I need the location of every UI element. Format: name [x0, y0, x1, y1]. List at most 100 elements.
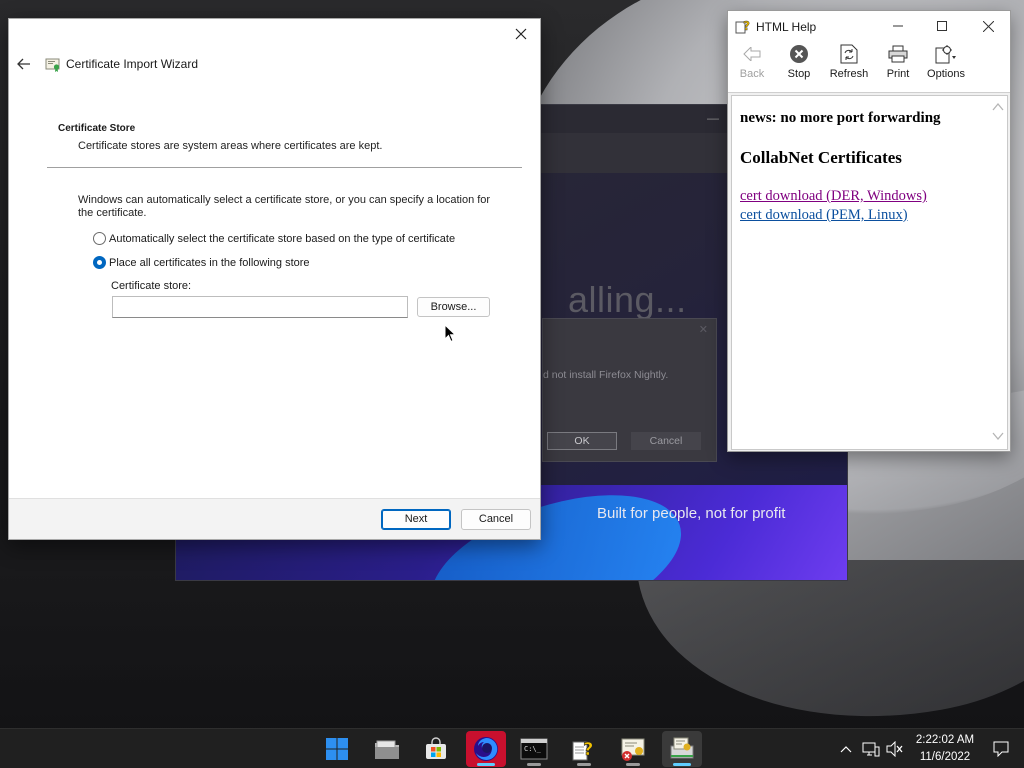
- clock-date: 11/6/2022: [919, 751, 971, 763]
- taskbar-microsoft-store[interactable]: [416, 731, 456, 767]
- taskbar-file-explorer[interactable]: [367, 731, 407, 767]
- radio-button-checked[interactable]: [93, 256, 106, 269]
- help-content-pane: news: no more port forwarding CollabNet …: [731, 95, 1008, 450]
- radio-button[interactable]: [93, 232, 106, 245]
- svg-text:?: ?: [583, 739, 593, 760]
- wallpaper-shadow: [0, 560, 1024, 730]
- clock-time: 2:22:02 AM: [915, 734, 975, 746]
- help-print-label: Print: [886, 68, 910, 80]
- chevron-up-icon: [840, 746, 852, 753]
- network-icon: [862, 742, 880, 757]
- minimize-icon: [893, 25, 903, 27]
- help-question-icon: ?: [735, 19, 750, 34]
- taskbar-active-indicator: [477, 763, 495, 766]
- taskbar-start-button[interactable]: [317, 731, 357, 767]
- taskbar-running-indicator: [577, 763, 591, 766]
- taskbar-certificate-error[interactable]: [613, 731, 653, 767]
- installer-tagline: Built for people, not for profit: [597, 505, 786, 522]
- store-intro-text: Windows can automatically select a certi…: [78, 194, 491, 219]
- terminal-icon: C:\_: [520, 738, 548, 760]
- help-stop-label: Stop: [787, 68, 811, 80]
- store-bag-icon: [426, 737, 446, 759]
- certificate-error-icon: [621, 738, 645, 761]
- firefox-icon: [474, 737, 498, 761]
- network-status-button[interactable]: [860, 729, 882, 768]
- taskbar-command-prompt[interactable]: C:\_: [514, 731, 554, 767]
- taskbar-running-indicator: [626, 763, 640, 766]
- installer-error-dialog[interactable]: ✕ d not install Firefox Nightly. OK Canc…: [542, 318, 717, 462]
- taskbar-running-indicator: [527, 763, 541, 766]
- help-back-label: Back: [739, 68, 765, 80]
- notification-icon: [993, 741, 1009, 757]
- taskbar-certificate-import[interactable]: [662, 731, 702, 767]
- help-refresh-label: Refresh: [829, 68, 869, 80]
- help-print-button[interactable]: Print: [874, 43, 922, 89]
- cert-download-pem-link[interactable]: cert download (PEM, Linux): [740, 207, 908, 224]
- taskbar-active-indicator: [673, 763, 691, 766]
- folder-icon: [375, 740, 399, 759]
- help-news-heading: news: no more port forwarding: [740, 110, 941, 126]
- svg-text:C:\_: C:\_: [524, 745, 542, 753]
- help-options-label: Options: [927, 68, 965, 80]
- mouse-pointer-icon: [444, 324, 456, 343]
- error-dialog-close-icon[interactable]: ✕: [699, 323, 708, 336]
- help-refresh-button[interactable]: Refresh: [825, 43, 873, 89]
- scroll-up-icon[interactable]: [991, 100, 1005, 114]
- certificate-store-label: Certificate store:: [111, 280, 192, 292]
- header-divider: [47, 167, 522, 168]
- wizard-title: Certificate Import Wizard: [66, 57, 199, 71]
- certificate-import-wizard-window[interactable]: Certificate Import Wizard Certificate St…: [8, 18, 541, 540]
- help-options-button[interactable]: Options: [922, 43, 970, 89]
- error-dialog-message: d not install Firefox Nightly.: [543, 369, 669, 381]
- html-help-window[interactable]: ? HTML Help Back Stop Refresh Print Opti…: [727, 10, 1011, 452]
- notification-center-button[interactable]: [990, 729, 1012, 768]
- maximize-icon: [937, 21, 947, 31]
- taskbar-html-help[interactable]: ?: [564, 731, 604, 767]
- section-heading: Certificate Store: [58, 123, 136, 134]
- help-toolbar: Back Stop Refresh Print Options: [728, 41, 1010, 93]
- close-icon: [515, 28, 527, 40]
- installer-minimize-button[interactable]: —: [707, 111, 719, 125]
- taskbar-firefox-nightly[interactable]: [466, 731, 506, 767]
- radio-auto-label: Automatically select the certificate sto…: [109, 232, 456, 245]
- next-button[interactable]: Next: [381, 509, 451, 530]
- taskbar-clock[interactable]: 2:22:02 AM 11/6/2022: [908, 732, 982, 766]
- arrow-left-icon: [17, 58, 30, 70]
- svg-text:?: ?: [743, 19, 750, 33]
- volume-button[interactable]: [884, 729, 906, 768]
- browse-button[interactable]: Browse...: [417, 297, 490, 317]
- error-dialog-ok-button[interactable]: OK: [547, 432, 617, 450]
- help-titlebar: ? HTML Help: [728, 11, 1010, 41]
- section-description: Certificate stores are system areas wher…: [78, 140, 383, 152]
- error-dialog-cancel-button[interactable]: Cancel: [631, 432, 701, 450]
- certificate-import-icon: [670, 737, 694, 759]
- scroll-down-icon[interactable]: [991, 429, 1005, 443]
- help-stop-button[interactable]: Stop: [775, 43, 823, 89]
- installer-heading: alling...: [568, 279, 687, 320]
- help-back-button[interactable]: Back: [728, 43, 776, 89]
- cancel-button[interactable]: Cancel: [461, 509, 531, 530]
- help-question-icon: ?: [572, 739, 594, 761]
- help-window-title: HTML Help: [756, 20, 817, 34]
- help-section-heading: CollabNet Certificates: [740, 148, 902, 167]
- help-close-button[interactable]: [978, 17, 998, 35]
- close-icon: [982, 20, 994, 32]
- windows-logo-icon: [326, 738, 348, 760]
- taskbar: C:\_ ? 2:22:02 AM 11/6/2022: [0, 728, 1024, 768]
- help-minimize-button[interactable]: [888, 17, 908, 35]
- printer-icon: [888, 45, 908, 63]
- options-gear-icon: [935, 45, 956, 64]
- wizard-back-button[interactable]: [14, 55, 34, 73]
- certificate-icon: [45, 58, 60, 72]
- help-maximize-button[interactable]: [932, 17, 952, 35]
- radio-auto-select-store[interactable]: Automatically select the certificate sto…: [93, 232, 455, 245]
- radio-place-in-store[interactable]: Place all certificates in the following …: [93, 256, 310, 269]
- speaker-muted-icon: [886, 741, 903, 757]
- wizard-close-button[interactable]: [506, 23, 536, 45]
- certificate-store-input[interactable]: [112, 296, 408, 318]
- back-arrow-icon: [743, 47, 761, 61]
- stop-icon: [790, 45, 808, 63]
- show-hidden-icons-button[interactable]: [836, 729, 856, 768]
- radio-place-label: Place all certificates in the following …: [109, 256, 310, 269]
- cert-download-der-link[interactable]: cert download (DER, Windows): [740, 188, 927, 205]
